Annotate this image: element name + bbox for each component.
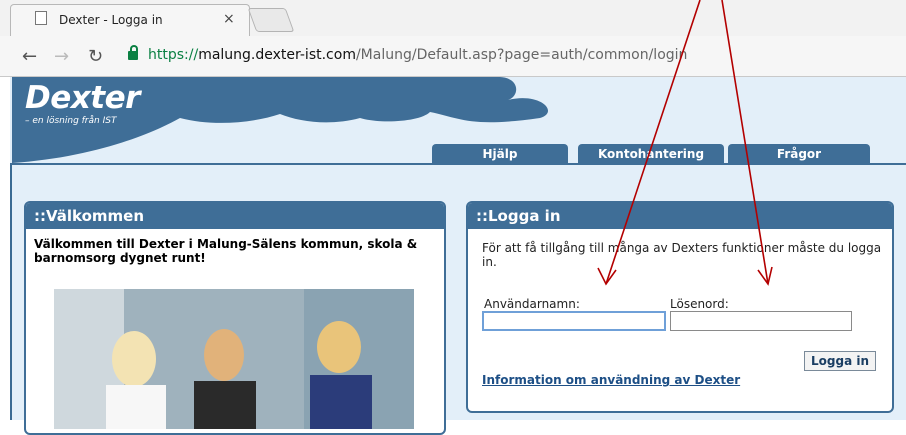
- address-bar[interactable]: https://malung.dexter-ist.com/Malung/Def…: [148, 47, 687, 63]
- password-input[interactable]: [670, 311, 852, 331]
- url-path: /Malung/Default.asp?page=auth/common/log…: [355, 47, 688, 63]
- forward-icon[interactable]: →: [54, 46, 69, 67]
- close-icon[interactable]: ×: [223, 11, 235, 27]
- lock-icon: [128, 45, 138, 60]
- logo-slogan: – en lösning från IST: [25, 116, 117, 126]
- logo: Dexter: [25, 80, 140, 116]
- welcome-panel: ::Välkommen Välkommen till Dexter i Malu…: [24, 201, 446, 435]
- document-icon: [35, 11, 47, 25]
- username-input[interactable]: [482, 311, 666, 331]
- students-photo: [54, 289, 414, 429]
- url-host: malung.dexter-ist.com: [198, 47, 356, 63]
- tab-account[interactable]: Kontohantering: [578, 144, 724, 164]
- url-protocol: https://: [148, 47, 199, 63]
- welcome-text: Välkommen till Dexter i Malung-Sälens ko…: [34, 237, 418, 265]
- back-icon[interactable]: ←: [22, 46, 37, 67]
- tab-help[interactable]: Hjälp: [432, 144, 568, 164]
- login-title: ::Logga in: [468, 203, 892, 229]
- login-intro: För att få tillgång till många av Dexter…: [482, 241, 882, 269]
- info-link[interactable]: Information om användning av Dexter: [482, 373, 740, 387]
- reload-icon[interactable]: ↻: [88, 46, 103, 67]
- login-panel: ::Logga in För att få tillgång till mång…: [466, 201, 894, 413]
- tab-questions[interactable]: Frågor: [728, 144, 870, 164]
- browser-tab[interactable]: Dexter - Logga in ×: [10, 4, 250, 37]
- username-label: Användarnamn:: [484, 297, 580, 311]
- password-label: Lösenord:: [670, 297, 729, 311]
- welcome-title: ::Välkommen: [26, 203, 444, 229]
- login-button[interactable]: Logga in: [804, 351, 877, 371]
- photo-illustration: [54, 289, 414, 429]
- tab-title: Dexter - Logga in: [59, 13, 163, 27]
